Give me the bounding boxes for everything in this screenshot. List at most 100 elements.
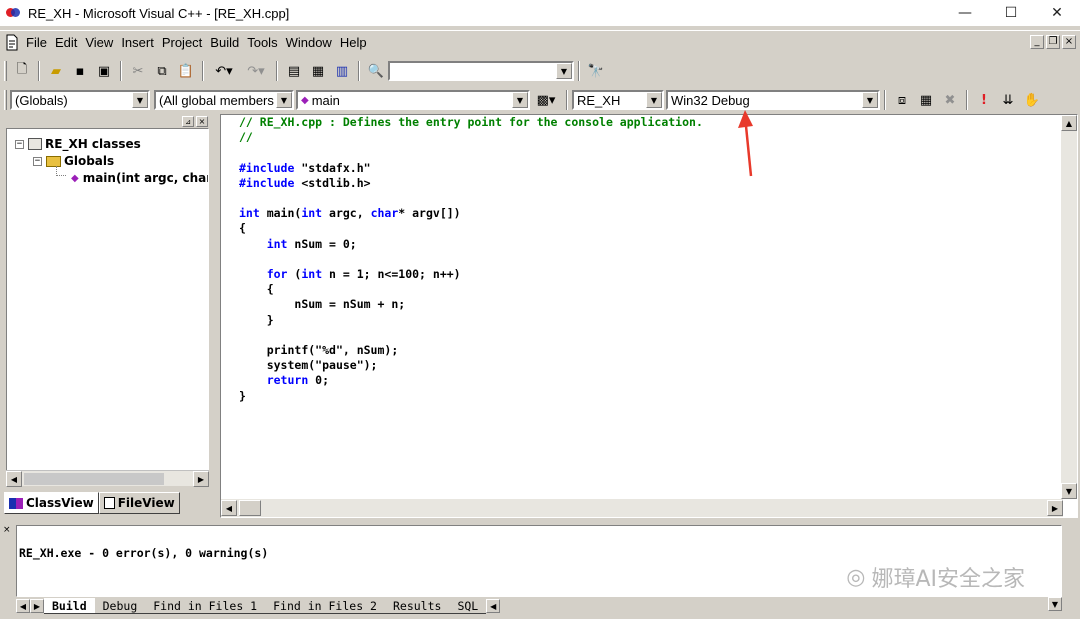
tab-build[interactable]: Build <box>44 598 95 614</box>
scroll-thumb[interactable] <box>24 473 164 485</box>
code-keyword: for <box>266 267 288 282</box>
panel-dock-icon[interactable]: ⊿ <box>182 116 194 127</box>
undo-icon[interactable]: ↶▾ <box>209 60 239 82</box>
output-text-area[interactable]: RE_XH.exe - 0 error(s), 0 warning(s) ◎ 娜… <box>16 525 1062 597</box>
tab-scroll-left-icon[interactable]: ◀ <box>16 599 30 613</box>
editor-hscrollbar[interactable]: ◀ ▶ <box>221 499 1063 517</box>
classview-hscrollbar[interactable]: ◀ ▶ <box>6 470 209 487</box>
tree-function-main[interactable]: ◆ main(int argc, char <box>71 171 209 185</box>
copy-icon[interactable]: ⧉ <box>151 60 173 82</box>
tab-scroll-right-icon[interactable]: ▶ <box>30 599 44 613</box>
wizardbar-toolbar: (Globals) ▼ (All global members ▼ ◆ main… <box>0 86 1080 114</box>
source-code[interactable]: // RE_XH.cpp : Defines the entry point f… <box>239 115 703 404</box>
scroll-left-icon[interactable]: ◀ <box>221 500 237 516</box>
chevron-down-icon[interactable]: ▼ <box>132 92 148 108</box>
tab-find-in-files-1[interactable]: Find in Files 1 <box>145 598 266 614</box>
scroll-down-icon[interactable]: ▼ <box>1061 483 1077 499</box>
save-all-icon[interactable]: ▣ <box>93 60 115 82</box>
menu-help[interactable]: Help <box>340 35 367 50</box>
window-list-icon[interactable]: ▥ <box>331 60 353 82</box>
execute-icon[interactable]: ! <box>973 89 995 111</box>
scroll-right-icon[interactable]: ▶ <box>193 471 209 487</box>
chevron-down-icon[interactable]: ▼ <box>646 92 662 108</box>
tab-debug[interactable]: Debug <box>94 598 146 614</box>
build-icon[interactable]: ▦ <box>915 89 937 111</box>
mdi-close-button[interactable]: × <box>1062 35 1076 49</box>
go-icon[interactable]: ⇊ <box>997 89 1019 111</box>
code-text: { <box>239 221 246 236</box>
output-window-icon[interactable]: ▦ <box>307 60 329 82</box>
save-icon[interactable]: ▪ <box>69 60 91 82</box>
menu-window[interactable]: Window <box>286 35 332 50</box>
tree-globals-label: Globals <box>64 154 115 168</box>
members-combo[interactable]: (All global members ▼ <box>154 90 294 110</box>
open-folder-icon[interactable]: ▰ <box>45 60 67 82</box>
workspace-panel: ⊿ × − RE_XH classes − Globals ◆ main(int… <box>4 114 212 516</box>
watermark-text: 娜璋AI安全之家 <box>871 567 1025 592</box>
code-comment: // RE_XH.cpp : Defines the entry point f… <box>239 115 703 129</box>
tab-classview[interactable]: ClassView <box>4 492 99 514</box>
title-bar: RE_XH - Microsoft Visual C++ - [RE_XH.cp… <box>0 0 1080 26</box>
collapse-icon[interactable]: − <box>15 139 24 149</box>
close-button[interactable]: ✕ <box>1034 0 1080 26</box>
panel-close-icon[interactable]: × <box>196 116 208 127</box>
tree-root[interactable]: − RE_XH classes <box>15 137 141 151</box>
menu-insert[interactable]: Insert <box>121 35 154 50</box>
scroll-thumb[interactable] <box>239 500 261 516</box>
function-combo[interactable]: ◆ main ▼ <box>296 90 530 110</box>
tree-function-label: main(int argc, char <box>82 171 209 185</box>
cut-icon[interactable]: ✂ <box>127 60 149 82</box>
config-combo[interactable]: Win32 Debug ▼ <box>666 90 880 110</box>
scroll-down-icon[interactable]: ▼ <box>1048 597 1062 611</box>
chevron-down-icon[interactable]: ▼ <box>556 63 572 79</box>
breakpoint-hand-icon[interactable]: ✋ <box>1021 89 1043 111</box>
compile-icon[interactable]: ⧈ <box>891 89 913 111</box>
scroll-left-icon[interactable]: ◀ <box>486 599 501 613</box>
chevron-down-icon[interactable]: ▼ <box>512 92 528 108</box>
watermark: ◎ 娜璋AI安全之家 <box>846 561 1025 593</box>
maximize-button[interactable]: ☐ <box>988 0 1034 26</box>
paste-icon[interactable]: 📋 <box>175 60 197 82</box>
chevron-down-icon[interactable]: ▼ <box>862 92 878 108</box>
output-close-icon[interactable]: × <box>3 525 11 535</box>
new-file-icon[interactable]: 🗋 <box>11 60 33 82</box>
code-keyword: char <box>370 206 399 221</box>
scroll-right-icon[interactable]: ▶ <box>1047 500 1063 516</box>
code-editor[interactable]: // RE_XH.cpp : Defines the entry point f… <box>220 114 1078 518</box>
tab-fileview[interactable]: FileView <box>98 492 180 514</box>
collapse-icon[interactable]: − <box>33 156 42 166</box>
mdi-minimize-button[interactable]: _ <box>1030 35 1044 49</box>
menu-edit[interactable]: Edit <box>55 35 77 50</box>
menu-view[interactable]: View <box>85 35 113 50</box>
find-icon[interactable]: 🔭 <box>585 60 607 82</box>
menu-tools[interactable]: Tools <box>247 35 277 50</box>
class-tree[interactable]: − RE_XH classes − Globals ◆ main(int arg… <box>6 128 209 486</box>
mdi-restore-button[interactable]: ❐ <box>1046 35 1060 49</box>
chevron-down-icon[interactable]: ▼ <box>276 92 292 108</box>
menu-project[interactable]: Project <box>162 35 202 50</box>
window-title: RE_XH - Microsoft Visual C++ - [RE_XH.cp… <box>28 5 290 21</box>
minimize-button[interactable]: — <box>942 0 988 26</box>
tab-sql[interactable]: SQL <box>449 598 487 614</box>
scope-combo[interactable]: (Globals) ▼ <box>10 90 150 110</box>
code-text: * argv[]) <box>398 206 461 221</box>
redo-icon[interactable]: ↷▾ <box>241 60 271 82</box>
tab-find-in-files-2[interactable]: Find in Files 2 <box>265 598 385 614</box>
editor-vscrollbar[interactable]: ▲ ▼ <box>1061 115 1077 499</box>
wizardbar-action-icon[interactable]: ▩▾ <box>531 89 561 111</box>
scroll-up-icon[interactable]: ▲ <box>1061 115 1077 131</box>
scroll-left-icon[interactable]: ◀ <box>6 471 22 487</box>
code-keyword: int <box>239 206 260 221</box>
code-keyword: int <box>301 267 323 282</box>
project-combo[interactable]: RE_XH ▼ <box>572 90 664 110</box>
find-in-files-icon[interactable]: 🔍 <box>365 60 387 82</box>
tab-results[interactable]: Results <box>384 598 450 614</box>
find-combo[interactable]: ▼ <box>388 61 574 81</box>
function-icon: ◆ <box>71 172 79 184</box>
workspace-icon[interactable]: ▤ <box>283 60 305 82</box>
tree-globals[interactable]: − Globals <box>33 154 114 168</box>
code-text: 0; <box>308 373 330 388</box>
menu-file[interactable]: File <box>26 35 47 50</box>
menu-build[interactable]: Build <box>210 35 239 50</box>
stop-build-icon[interactable]: ✖ <box>939 89 961 111</box>
